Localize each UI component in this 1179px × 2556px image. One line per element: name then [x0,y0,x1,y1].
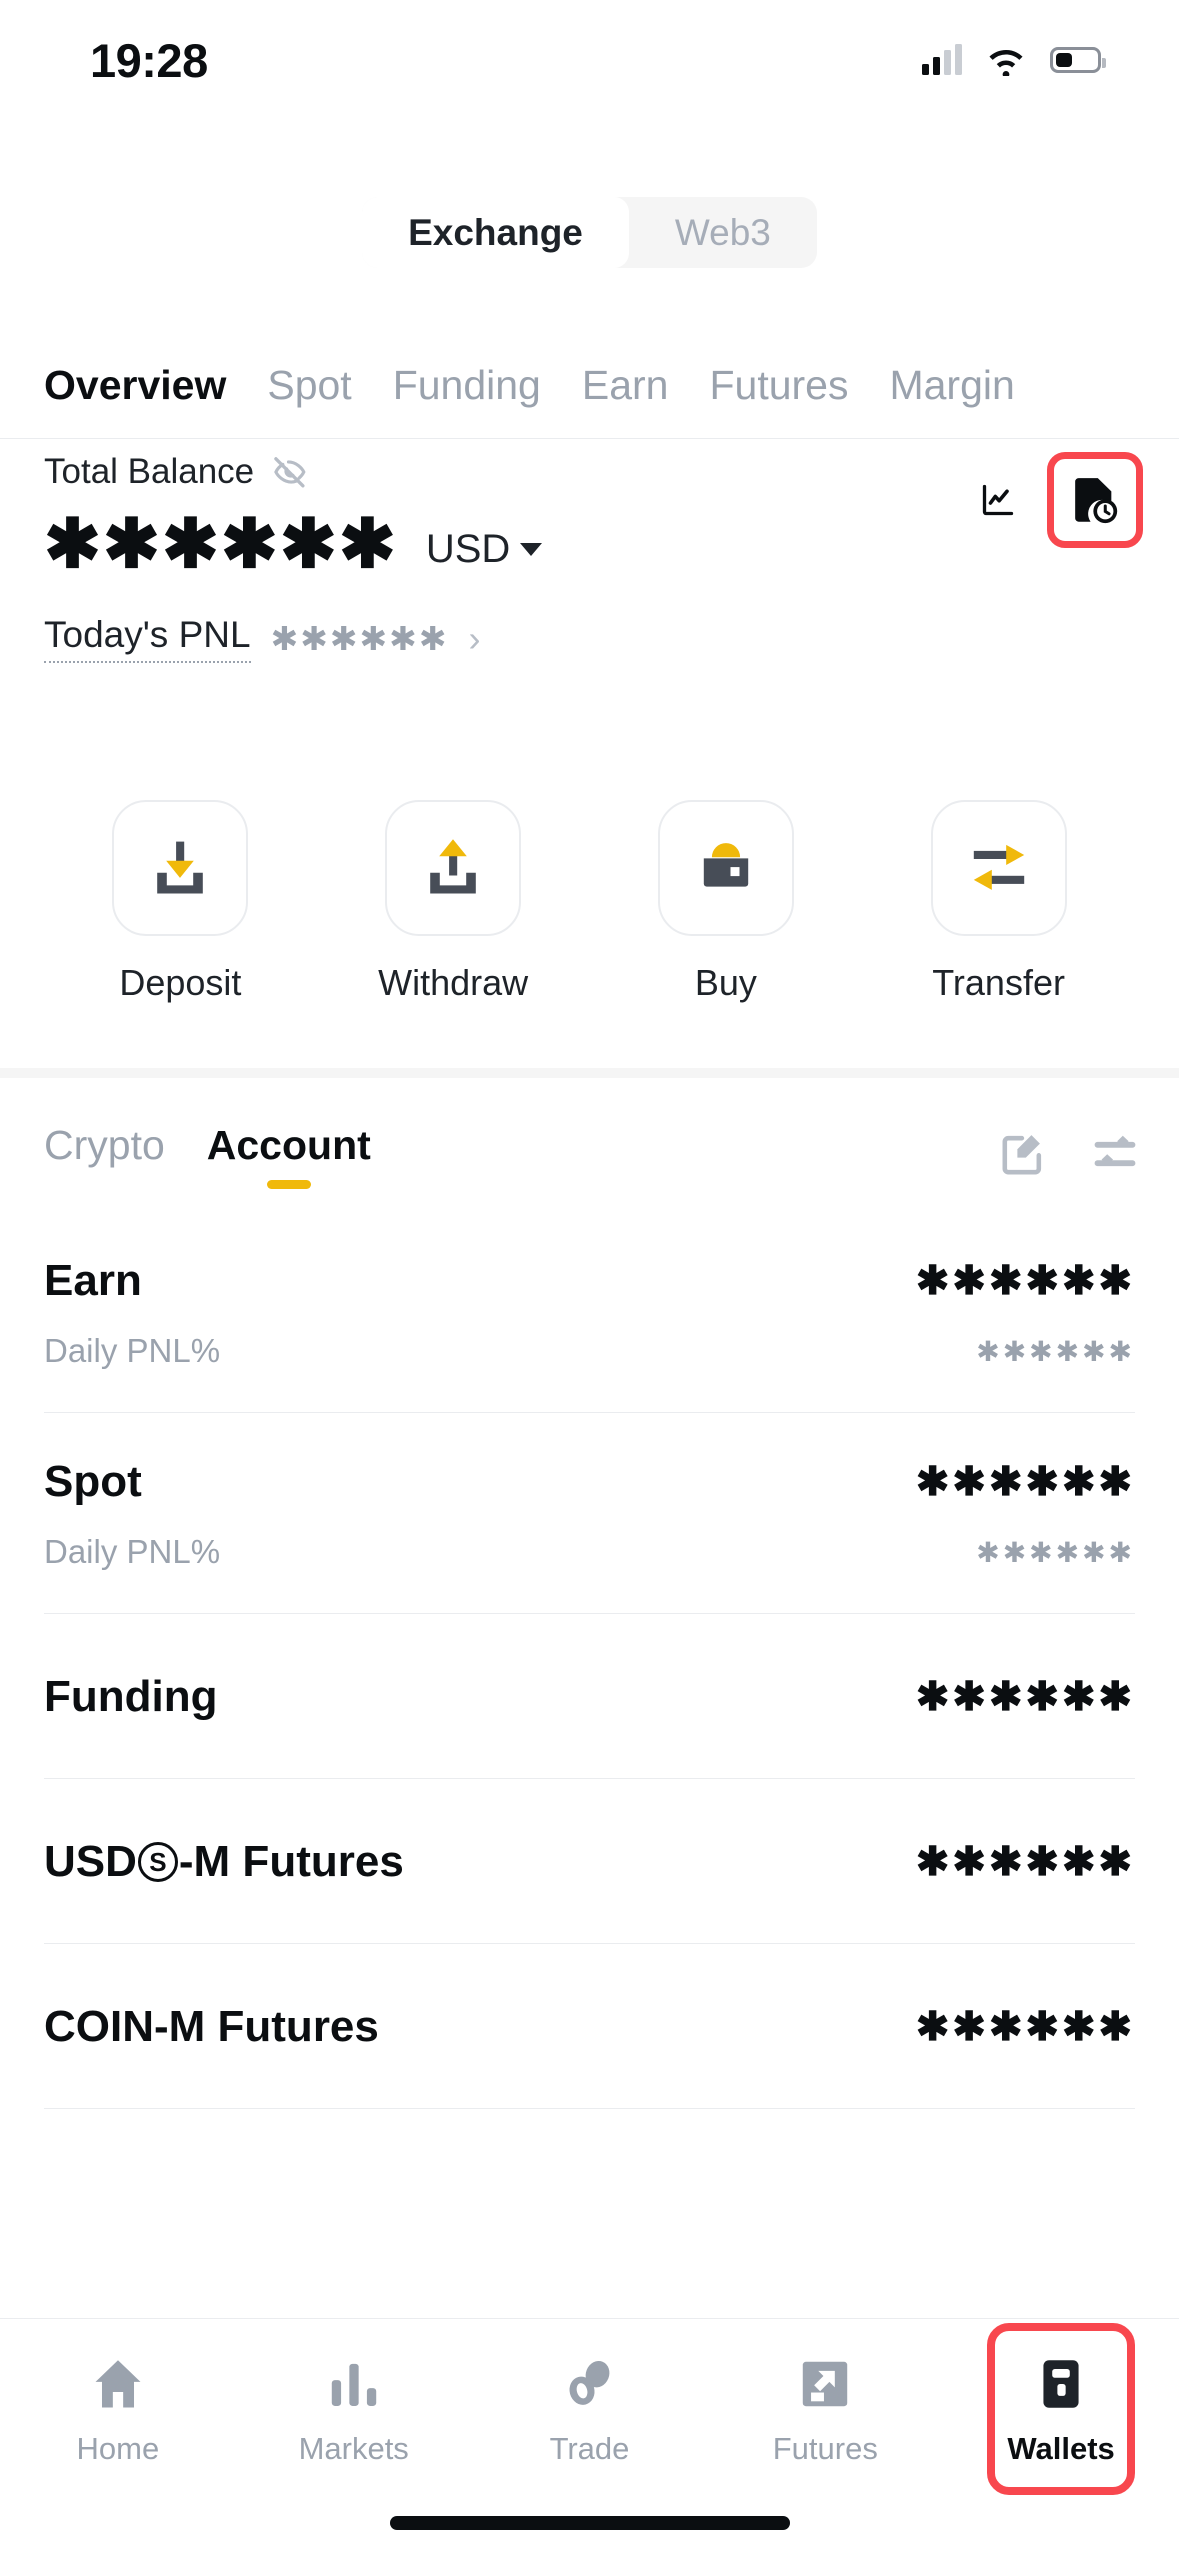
chevron-right-icon: › [468,617,481,659]
quick-actions-row: Deposit Withdraw Buy Transfer [0,800,1179,1004]
tab-funding[interactable]: Funding [393,362,541,409]
wifi-icon [989,50,1023,76]
futures-chart-icon [803,2361,848,2407]
account-name: Spot [44,1457,142,1506]
action-withdraw-label: Withdraw [378,962,529,1003]
transfer-arrows-icon [930,800,1067,936]
account-value: ✱✱✱✱✱✱ [915,1460,1135,1504]
nav-markets-label: Markets [298,2431,409,2466]
account-value: ✱✱✱✱✱✱ [915,2005,1135,2049]
account-name: USD S -M Futures [44,1837,404,1887]
action-transfer[interactable]: Transfer [862,800,1135,1004]
deposit-arrow-down-icon [112,800,249,936]
row-divider [44,2108,1135,2109]
markets-bars-icon [331,2363,376,2406]
account-value: ✱✱✱✱✱✱ [915,1840,1135,1884]
analytics-chart-icon[interactable] [967,469,1029,531]
segmented-control: Exchange Web3 [362,197,817,268]
nav-futures-label: Futures [772,2431,878,2466]
account-name: Earn [44,1256,142,1305]
nav-home[interactable]: Home [0,2353,236,2467]
total-balance-section: Total Balance ✱✱✱✱✱✱ USD Today's PNL ✱✱✱… [0,452,1179,663]
total-balance-value: ✱✱✱✱✱✱ [44,506,398,582]
trade-swap-icon [569,2360,610,2405]
home-indicator-bar [389,2516,790,2530]
table-row[interactable]: USD S -M Futures ✱✱✱✱✱✱ [0,1779,1179,1887]
table-row[interactable]: Earn ✱✱✱✱✱✱ Daily PNL% ✱✱✱✱✱✱ [0,1238,1179,1370]
currency-label: USD [425,527,511,571]
account-name: Funding [44,1672,218,1721]
tab-overview[interactable]: Overview [44,362,226,409]
account-tools [997,1128,1141,1185]
todays-pnl-row[interactable]: Today's PNL ✱✱✱✱✱✱ › [0,614,1179,663]
eye-off-icon[interactable] [272,454,308,490]
buy-wallet-icon [657,800,794,936]
action-deposit-label: Deposit [119,962,242,1003]
tabbar-divider [0,438,1179,439]
balance-action-icons [967,452,1143,548]
table-row[interactable]: Funding ✱✱✱✱✱✱ [0,1614,1179,1722]
action-transfer-label: Transfer [932,962,1065,1003]
account-list: Earn ✱✱✱✱✱✱ Daily PNL% ✱✱✱✱✱✱ Spot ✱✱✱✱✱… [0,1238,1179,2109]
tab-account[interactable]: Account [207,1122,371,1189]
nav-markets[interactable]: Markets [236,2353,472,2467]
tab-crypto[interactable]: Crypto [44,1122,165,1189]
home-icon [95,2360,141,2408]
todays-pnl-label: Today's PNL [44,614,251,663]
cellular-signal-icon [922,44,962,75]
tab-spot[interactable]: Spot [267,362,351,409]
status-bar: 19:28 [0,0,1179,120]
exchange-web3-toggle: Exchange Web3 [0,197,1179,268]
nav-trade[interactable]: Trade [472,2353,708,2467]
wallet-tab-bar: Overview Spot Funding Earn Futures Margi… [0,332,1179,439]
nav-wallets[interactable]: Wallets [943,2323,1179,2495]
wallets-icon [1043,2360,1079,2408]
account-value: ✱✱✱✱✱✱ [915,1259,1135,1303]
currency-selector[interactable]: USD [425,527,543,578]
tab-earn[interactable]: Earn [582,362,669,409]
segment-web3[interactable]: Web3 [629,197,817,268]
account-sub-label: Daily PNL% [44,1332,221,1369]
app-screen: 19:28 Exchange Web3 Overview Spot Fundin… [0,0,1179,2556]
segment-exchange[interactable]: Exchange [362,197,629,268]
nav-trade-label: Trade [549,2431,630,2466]
account-sub-label: Daily PNL% [44,1533,221,1570]
action-buy[interactable]: Buy [590,800,863,1004]
transaction-history-icon[interactable] [1047,452,1143,548]
action-deposit[interactable]: Deposit [44,800,317,1004]
account-sub-value: ✱✱✱✱✱✱ [976,1335,1135,1367]
stablecoin-symbol-icon: S [137,1842,178,1882]
nav-home-label: Home [76,2431,160,2466]
section-divider [0,1068,1179,1078]
action-withdraw[interactable]: Withdraw [317,800,590,1004]
status-time: 19:28 [90,33,208,87]
withdraw-arrow-up-icon [385,800,522,936]
action-buy-label: Buy [694,962,757,1003]
table-row[interactable]: Spot ✱✱✱✱✱✱ Daily PNL% ✱✱✱✱✱✱ [0,1413,1179,1571]
chevron-down-icon [520,543,543,556]
nav-wallets-label: Wallets [1007,2431,1115,2466]
edit-square-icon[interactable] [997,1128,1049,1185]
tab-margin[interactable]: Margin [889,362,1014,409]
account-sub-value: ✱✱✱✱✱✱ [976,1536,1135,1568]
status-icons [922,44,1106,76]
tab-futures[interactable]: Futures [709,362,848,409]
battery-icon [1050,47,1106,73]
total-balance-label: Total Balance [44,452,255,491]
nav-futures[interactable]: Futures [707,2353,943,2467]
account-value: ✱✱✱✱✱✱ [915,1675,1135,1719]
account-name: COIN-M Futures [44,2002,379,2051]
account-name-prefix: USD [44,1837,137,1886]
table-row[interactable]: COIN-M Futures ✱✱✱✱✱✱ [0,1944,1179,2052]
account-name-suffix: -M Futures [178,1837,404,1886]
todays-pnl-value: ✱✱✱✱✱✱ [270,620,449,657]
filter-sliders-icon[interactable] [1089,1128,1141,1185]
